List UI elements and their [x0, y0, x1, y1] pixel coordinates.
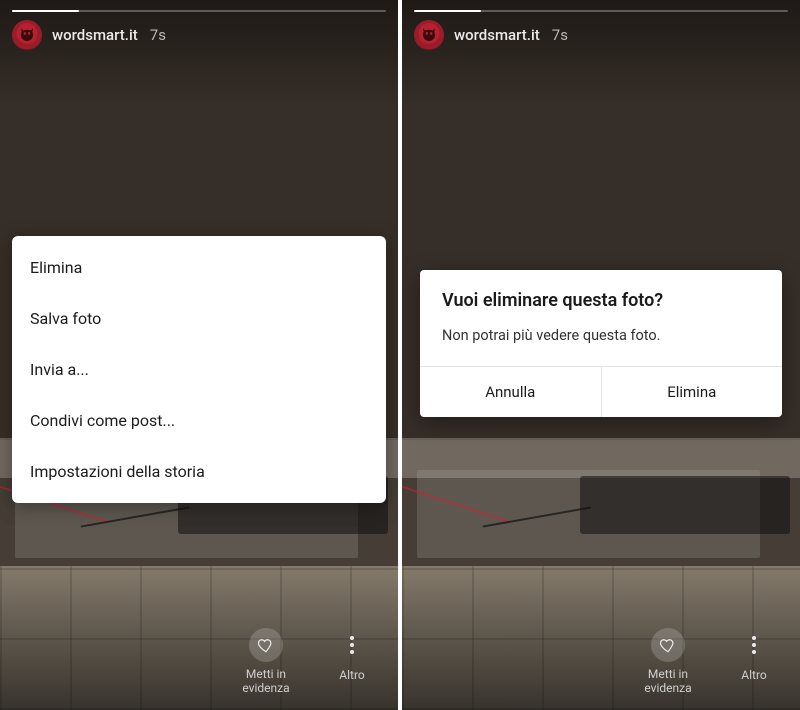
- dialog-body: Non potrai più vedere questa foto.: [420, 317, 782, 366]
- story-progress-track: [414, 10, 788, 12]
- option-delete[interactable]: Elimina: [12, 242, 386, 293]
- story-header: wordsmart.it 7s: [414, 20, 568, 50]
- highlight-label-1: Metti in: [648, 668, 688, 682]
- bg-cable: [483, 506, 592, 527]
- story-bottom-bar: Metti in evidenza Altro: [0, 628, 398, 696]
- story-left-pane: wordsmart.it 7s Elimina Salva foto Invia…: [0, 0, 398, 710]
- story-age: 7s: [552, 26, 568, 44]
- story-age: 7s: [150, 26, 166, 44]
- story-progress-track: [12, 10, 386, 12]
- story-bottom-bar: Metti in evidenza Altro: [402, 628, 800, 696]
- option-send-to[interactable]: Invia a...: [12, 344, 386, 395]
- avatar[interactable]: [12, 20, 42, 50]
- highlight-label-1: Metti in: [246, 668, 286, 682]
- story-right-pane: wordsmart.it 7s Vuoi eliminare questa fo…: [402, 0, 800, 710]
- bg-console: [580, 476, 790, 534]
- bg-cable: [402, 484, 509, 523]
- delete-dialog: Vuoi eliminare questa foto? Non potrai p…: [420, 270, 782, 417]
- highlight-button[interactable]: Metti in evidenza: [236, 628, 296, 696]
- avatar-devil-icon: [420, 26, 438, 44]
- heart-icon: [651, 628, 685, 662]
- option-share-as-post[interactable]: Condivi come post...: [12, 395, 386, 446]
- more-label: Altro: [339, 668, 364, 682]
- more-vertical-icon: [350, 628, 354, 662]
- cancel-button[interactable]: Annulla: [420, 367, 601, 417]
- option-save-photo[interactable]: Salva foto: [12, 293, 386, 344]
- story-username[interactable]: wordsmart.it: [454, 26, 540, 44]
- options-sheet: Elimina Salva foto Invia a... Condivi co…: [12, 236, 386, 503]
- option-story-settings[interactable]: Impostazioni della storia: [12, 446, 386, 497]
- avatar[interactable]: [414, 20, 444, 50]
- more-button[interactable]: Altro: [322, 628, 382, 696]
- story-progress-fill: [414, 10, 481, 12]
- bg-shelf: [402, 438, 800, 478]
- bg-desk: [417, 470, 760, 558]
- highlight-label-2: evidenza: [644, 682, 691, 696]
- more-label: Altro: [741, 668, 766, 682]
- story-username[interactable]: wordsmart.it: [52, 26, 138, 44]
- dialog-actions: Annulla Elimina: [420, 367, 782, 417]
- story-header: wordsmart.it 7s: [12, 20, 166, 50]
- heart-icon: [249, 628, 283, 662]
- dialog-title: Vuoi eliminare questa foto?: [420, 270, 782, 317]
- confirm-delete-button[interactable]: Elimina: [601, 367, 783, 417]
- highlight-button[interactable]: Metti in evidenza: [638, 628, 698, 696]
- more-vertical-icon: [752, 628, 756, 662]
- avatar-devil-icon: [18, 26, 36, 44]
- highlight-label-2: evidenza: [242, 682, 289, 696]
- bg-cable: [81, 506, 190, 527]
- more-button[interactable]: Altro: [724, 628, 784, 696]
- story-progress-fill: [12, 10, 79, 12]
